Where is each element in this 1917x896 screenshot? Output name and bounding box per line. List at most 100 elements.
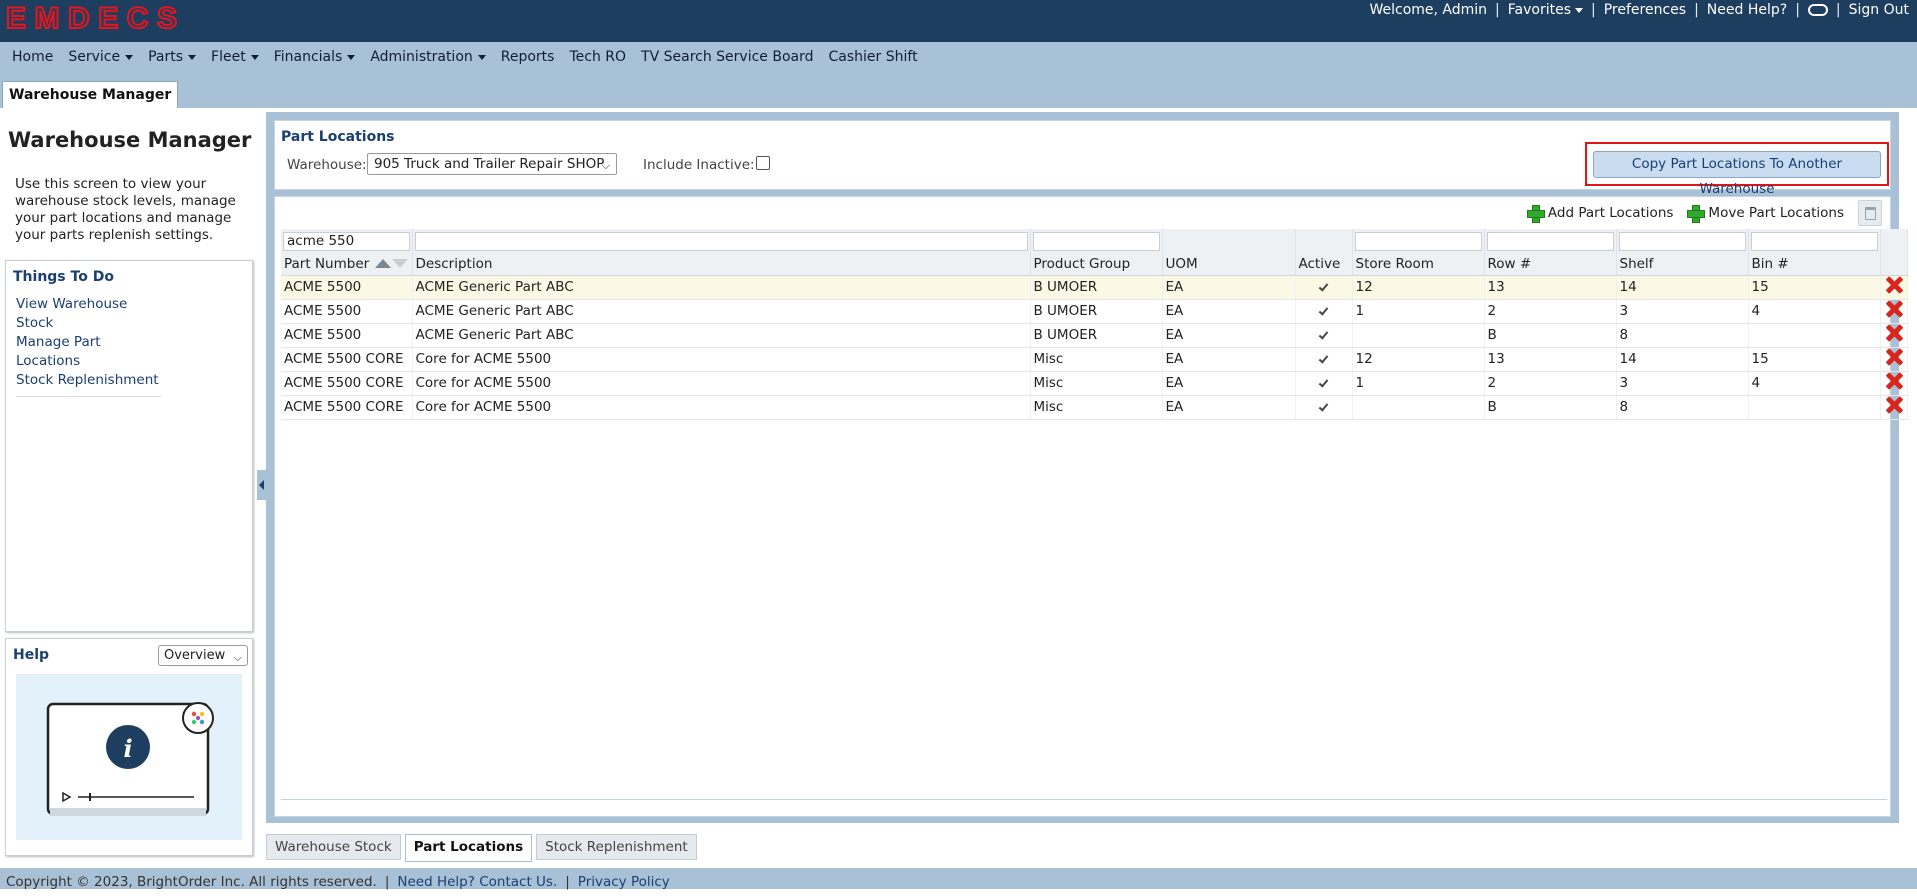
cell-bin[interactable]: 15 [1748, 275, 1881, 300]
contact-us-link[interactable]: Need Help? Contact Us. [397, 868, 557, 890]
cell-description: ACME Generic Part ABC [412, 275, 1031, 300]
delete-row-icon[interactable] [1886, 325, 1902, 341]
menu-parts[interactable]: Parts [148, 49, 197, 65]
chevron-down-icon [125, 54, 134, 60]
cell-row[interactable]: B [1484, 395, 1617, 420]
logo-text: EMDECS [6, 2, 176, 32]
chevron-down-icon: ⌵ [601, 159, 610, 172]
cell-shelf[interactable]: 3 [1616, 371, 1749, 396]
product-group-filter-input[interactable] [1032, 231, 1160, 251]
cell-shelf[interactable]: 8 [1616, 323, 1749, 348]
description-filter-input[interactable] [414, 231, 1028, 251]
cell-store-room[interactable]: 12 [1352, 347, 1485, 372]
need-help-link[interactable]: Need Help? [1707, 2, 1787, 18]
cell-bin[interactable] [1748, 323, 1881, 348]
delete-selected-button[interactable] [1858, 200, 1882, 226]
privacy-policy-link[interactable]: Privacy Policy [578, 868, 670, 890]
include-inactive-checkbox[interactable] [756, 156, 770, 170]
menu-cashier-shift[interactable]: Cashier Shift [829, 49, 918, 65]
col-row[interactable]: Row # [1484, 253, 1617, 276]
cell-row[interactable]: 2 [1484, 371, 1617, 396]
cell-row[interactable]: 2 [1484, 299, 1617, 324]
cell-row[interactable]: B [1484, 323, 1617, 348]
col-part-number[interactable]: Part Number [281, 253, 413, 276]
menu-service[interactable]: Service [68, 49, 134, 65]
table-row[interactable]: ACME 5500 ACME Generic Part ABC B UMOER … [281, 323, 1908, 348]
help-video-thumbnail[interactable]: i [16, 674, 242, 840]
move-part-locations-button[interactable]: Move Part Locations [1687, 205, 1844, 223]
cell-shelf[interactable]: 14 [1616, 347, 1749, 372]
collapse-left-pane-handle[interactable] [257, 470, 266, 500]
cell-row[interactable]: 13 [1484, 347, 1617, 372]
cell-shelf[interactable]: 8 [1616, 395, 1749, 420]
delete-row-icon[interactable] [1886, 277, 1902, 293]
cell-row[interactable]: 13 [1484, 275, 1617, 300]
table-row[interactable]: ACME 5500 ACME Generic Part ABC B UMOER … [281, 275, 1908, 300]
cell-shelf[interactable]: 3 [1616, 299, 1749, 324]
delete-row-icon[interactable] [1886, 373, 1902, 389]
menu-home[interactable]: Home [12, 49, 53, 65]
table-row[interactable]: ACME 5500 CORE Core for ACME 5500 Misc E… [281, 371, 1908, 396]
delete-row-icon[interactable] [1886, 397, 1902, 413]
menu-fleet[interactable]: Fleet [211, 49, 259, 65]
cell-product-group: Misc [1030, 347, 1163, 372]
col-product-group[interactable]: Product Group [1030, 253, 1163, 276]
tab-warehouse-manager[interactable]: Warehouse Manager [2, 81, 179, 108]
part-number-filter-input[interactable]: acme 550 [283, 231, 410, 251]
cell-bin[interactable]: 4 [1748, 371, 1881, 396]
cell-bin[interactable]: 4 [1748, 299, 1881, 324]
check-icon [1318, 305, 1329, 316]
cell-store-room[interactable] [1352, 323, 1485, 348]
cell-store-room[interactable]: 12 [1352, 275, 1485, 300]
todo-manage-part-locations[interactable]: Manage Part Locations [16, 333, 161, 371]
help-topic-select[interactable]: Overview ⌵ [158, 645, 248, 666]
shelf-filter-input[interactable] [1618, 231, 1746, 251]
favorites-menu[interactable]: Favorites [1508, 2, 1584, 18]
table-row[interactable]: ACME 5500 CORE Core for ACME 5500 Misc E… [281, 395, 1908, 420]
cell-bin[interactable]: 15 [1748, 347, 1881, 372]
cell-store-room[interactable]: 1 [1352, 371, 1485, 396]
emdecs-logo[interactable]: EMDECS [5, 1, 181, 36]
menu-tech-ro[interactable]: Tech RO [569, 49, 626, 65]
todo-stock-replenishment[interactable]: Stock Replenishment [16, 371, 161, 390]
col-bin[interactable]: Bin # [1748, 253, 1881, 276]
page-title: Warehouse Manager [8, 128, 252, 152]
menu-tv-search[interactable]: TV Search Service Board [641, 49, 813, 65]
table-row[interactable]: ACME 5500 CORE Core for ACME 5500 Misc E… [281, 347, 1908, 372]
cell-uom: EA [1162, 275, 1296, 300]
menu-reports[interactable]: Reports [501, 49, 555, 65]
warehouse-select[interactable]: 905 Truck and Trailer Repair SHOP ⌵ [367, 153, 617, 175]
col-shelf[interactable]: Shelf [1616, 253, 1749, 276]
sort-descending-icon[interactable] [392, 258, 409, 268]
cell-bin[interactable] [1748, 395, 1881, 420]
tab-stock-replenishment[interactable]: Stock Replenishment [536, 834, 697, 860]
preferences-link[interactable]: Preferences [1604, 2, 1686, 18]
todo-view-warehouse-stock[interactable]: View Warehouse Stock [16, 295, 161, 333]
delete-row-icon[interactable] [1886, 349, 1902, 365]
check-icon [1318, 281, 1329, 292]
tab-warehouse-stock[interactable]: Warehouse Stock [266, 834, 401, 860]
cell-shelf[interactable]: 14 [1616, 275, 1749, 300]
chevron-down-icon [250, 54, 259, 60]
col-store-room[interactable]: Store Room [1352, 253, 1485, 276]
bin-filter-input[interactable] [1750, 231, 1878, 251]
row-filter-input[interactable] [1486, 231, 1614, 251]
chevron-down-icon [188, 54, 197, 60]
col-uom[interactable]: UOM [1162, 253, 1296, 276]
menu-administration[interactable]: Administration [370, 49, 486, 65]
cloud-icon[interactable] [1807, 4, 1828, 16]
col-active[interactable]: Active [1295, 253, 1353, 276]
help-title: Help [13, 647, 50, 663]
delete-row-icon[interactable] [1886, 301, 1902, 317]
cell-store-room[interactable] [1352, 395, 1485, 420]
tab-part-locations[interactable]: Part Locations [404, 834, 533, 862]
sort-ascending-icon[interactable] [375, 258, 392, 268]
sign-out-link[interactable]: Sign Out [1849, 2, 1909, 18]
menu-financials[interactable]: Financials [274, 49, 356, 65]
copy-part-locations-button[interactable]: Copy Part Locations To Another Warehouse [1593, 151, 1881, 197]
add-part-locations-button[interactable]: Add Part Locations [1526, 205, 1673, 223]
col-description[interactable]: Description [412, 253, 1031, 276]
table-row[interactable]: ACME 5500 ACME Generic Part ABC B UMOER … [281, 299, 1908, 324]
cell-store-room[interactable]: 1 [1352, 299, 1485, 324]
store-room-filter-input[interactable] [1354, 231, 1482, 251]
